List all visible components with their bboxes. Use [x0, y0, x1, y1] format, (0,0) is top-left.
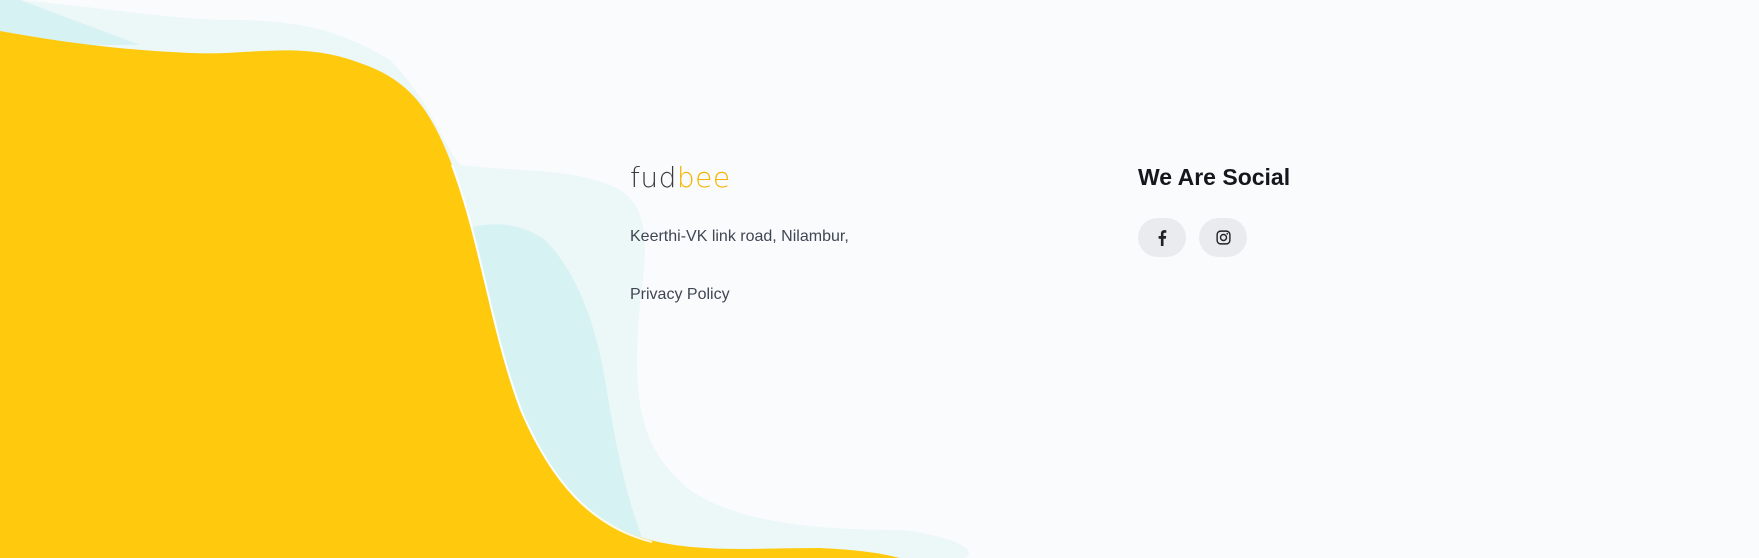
facebook-button[interactable]	[1138, 218, 1186, 257]
footer: fudbee Keerthi-VK link road, Nilambur, P…	[0, 0, 1759, 558]
decorative-wave-background	[0, 0, 969, 558]
social-links	[1138, 218, 1247, 257]
logo-text-accent: bee	[676, 161, 731, 194]
instagram-icon	[1215, 230, 1231, 245]
privacy-policy-link[interactable]: Privacy Policy	[630, 286, 730, 304]
fudbee-logo[interactable]: fudbee	[630, 160, 731, 196]
wave-yellow	[0, 31, 900, 558]
social-column: We Are Social	[1138, 163, 1291, 257]
facebook-icon	[1158, 229, 1167, 246]
brand-column: fudbee Keerthi-VK link road, Nilambur, P…	[630, 160, 849, 303]
social-heading: We Are Social	[1138, 164, 1291, 190]
instagram-button[interactable]	[1199, 218, 1247, 257]
address-text: Keerthi-VK link road, Nilambur,	[630, 228, 849, 245]
logo-text-dark: fud	[630, 161, 677, 194]
